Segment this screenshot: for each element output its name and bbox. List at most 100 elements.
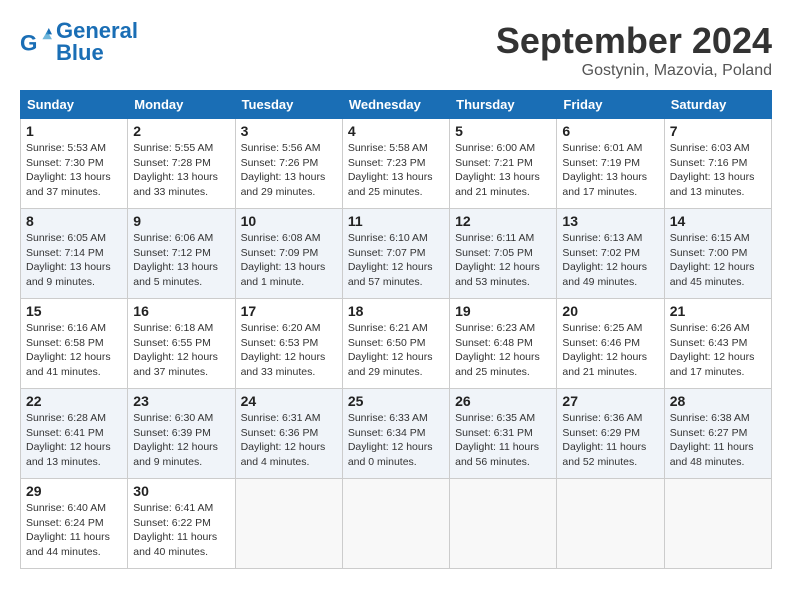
- day-number: 14: [670, 213, 766, 229]
- day-info: Sunrise: 5:53 AM Sunset: 7:30 PM Dayligh…: [26, 141, 122, 200]
- day-info: Sunrise: 5:55 AM Sunset: 7:28 PM Dayligh…: [133, 141, 229, 200]
- week-row-4: 22 Sunrise: 6:28 AM Sunset: 6:41 PM Dayli…: [21, 389, 772, 479]
- page-header: G General Blue September 2024 Gostynin, …: [20, 20, 772, 80]
- calendar-cell: 12 Sunrise: 6:11 AM Sunset: 7:05 PM Dayli…: [450, 209, 557, 299]
- week-row-3: 15Sunrise: 6:16 AM Sunset: 6:58 PM Dayli…: [21, 299, 772, 389]
- weekday-wednesday: Wednesday: [342, 91, 449, 119]
- weekday-thursday: Thursday: [450, 91, 557, 119]
- day-info: Sunrise: 6:33 AM Sunset: 6:34 PM Dayligh…: [348, 411, 444, 470]
- calendar-cell: 15Sunrise: 6:16 AM Sunset: 6:58 PM Dayli…: [21, 299, 128, 389]
- calendar-cell: 11Sunrise: 6:10 AM Sunset: 7:07 PM Dayli…: [342, 209, 449, 299]
- calendar-cell: 9 Sunrise: 6:06 AM Sunset: 7:12 PM Daylig…: [128, 209, 235, 299]
- title-block: September 2024 Gostynin, Mazovia, Poland: [496, 20, 772, 80]
- calendar-body: 1Sunrise: 5:53 AM Sunset: 7:30 PM Daylig…: [21, 119, 772, 569]
- day-info: Sunrise: 6:38 AM Sunset: 6:27 PM Dayligh…: [670, 411, 766, 470]
- svg-text:G: G: [20, 30, 37, 55]
- day-info: Sunrise: 6:26 AM Sunset: 6:43 PM Dayligh…: [670, 321, 766, 380]
- weekday-saturday: Saturday: [664, 91, 771, 119]
- calendar-cell: [664, 479, 771, 569]
- day-number: 26: [455, 393, 551, 409]
- day-number: 7: [670, 123, 766, 139]
- week-row-2: 8Sunrise: 6:05 AM Sunset: 7:14 PM Daylig…: [21, 209, 772, 299]
- calendar-cell: 21 Sunrise: 6:26 AM Sunset: 6:43 PM Dayli…: [664, 299, 771, 389]
- week-row-1: 1Sunrise: 5:53 AM Sunset: 7:30 PM Daylig…: [21, 119, 772, 209]
- weekday-sunday: Sunday: [21, 91, 128, 119]
- day-info: Sunrise: 6:40 AM Sunset: 6:24 PM Dayligh…: [26, 501, 122, 560]
- day-number: 11: [348, 213, 444, 229]
- day-number: 9: [133, 213, 229, 229]
- calendar-cell: 22 Sunrise: 6:28 AM Sunset: 6:41 PM Dayli…: [21, 389, 128, 479]
- calendar-cell: 8Sunrise: 6:05 AM Sunset: 7:14 PM Daylig…: [21, 209, 128, 299]
- day-number: 10: [241, 213, 337, 229]
- day-number: 2: [133, 123, 229, 139]
- logo: G General Blue: [20, 20, 138, 64]
- logo-icon: G: [20, 28, 52, 56]
- calendar-cell: 28 Sunrise: 6:38 AM Sunset: 6:27 PM Dayli…: [664, 389, 771, 479]
- day-info: Sunrise: 6:18 AM Sunset: 6:55 PM Dayligh…: [133, 321, 229, 380]
- day-info: Sunrise: 6:35 AM Sunset: 6:31 PM Dayligh…: [455, 411, 551, 470]
- month-title: September 2024: [496, 20, 772, 62]
- weekday-header-row: SundayMondayTuesdayWednesdayThursdayFrid…: [21, 91, 772, 119]
- calendar-cell: 19 Sunrise: 6:23 AM Sunset: 6:48 PM Dayli…: [450, 299, 557, 389]
- day-info: Sunrise: 6:30 AM Sunset: 6:39 PM Dayligh…: [133, 411, 229, 470]
- day-info: Sunrise: 6:13 AM Sunset: 7:02 PM Dayligh…: [562, 231, 658, 290]
- calendar-cell: 7Sunrise: 6:03 AM Sunset: 7:16 PM Daylig…: [664, 119, 771, 209]
- calendar-cell: 3 Sunrise: 5:56 AM Sunset: 7:26 PM Daylig…: [235, 119, 342, 209]
- day-info: Sunrise: 6:11 AM Sunset: 7:05 PM Dayligh…: [455, 231, 551, 290]
- day-number: 28: [670, 393, 766, 409]
- day-info: Sunrise: 5:56 AM Sunset: 7:26 PM Dayligh…: [241, 141, 337, 200]
- calendar-cell: [342, 479, 449, 569]
- day-number: 5: [455, 123, 551, 139]
- day-number: 12: [455, 213, 551, 229]
- weekday-tuesday: Tuesday: [235, 91, 342, 119]
- day-info: Sunrise: 6:28 AM Sunset: 6:41 PM Dayligh…: [26, 411, 122, 470]
- calendar-cell: [450, 479, 557, 569]
- day-number: 3: [241, 123, 337, 139]
- calendar-cell: 26 Sunrise: 6:35 AM Sunset: 6:31 PM Dayli…: [450, 389, 557, 479]
- day-info: Sunrise: 6:00 AM Sunset: 7:21 PM Dayligh…: [455, 141, 551, 200]
- calendar-cell: 16 Sunrise: 6:18 AM Sunset: 6:55 PM Dayli…: [128, 299, 235, 389]
- day-number: 21: [670, 303, 766, 319]
- calendar-cell: 13Sunrise: 6:13 AM Sunset: 7:02 PM Dayli…: [557, 209, 664, 299]
- calendar-cell: 5 Sunrise: 6:00 AM Sunset: 7:21 PM Daylig…: [450, 119, 557, 209]
- day-number: 6: [562, 123, 658, 139]
- calendar-cell: 14 Sunrise: 6:15 AM Sunset: 7:00 PM Dayli…: [664, 209, 771, 299]
- day-number: 30: [133, 483, 229, 499]
- calendar-cell: 25Sunrise: 6:33 AM Sunset: 6:34 PM Dayli…: [342, 389, 449, 479]
- day-info: Sunrise: 6:41 AM Sunset: 6:22 PM Dayligh…: [133, 501, 229, 560]
- calendar-cell: 18 Sunrise: 6:21 AM Sunset: 6:50 PM Dayli…: [342, 299, 449, 389]
- calendar-cell: [235, 479, 342, 569]
- day-number: 23: [133, 393, 229, 409]
- calendar-cell: 24 Sunrise: 6:31 AM Sunset: 6:36 PM Dayli…: [235, 389, 342, 479]
- day-number: 29: [26, 483, 122, 499]
- day-info: Sunrise: 6:01 AM Sunset: 7:19 PM Dayligh…: [562, 141, 658, 200]
- day-number: 27: [562, 393, 658, 409]
- calendar-cell: [557, 479, 664, 569]
- day-number: 17: [241, 303, 337, 319]
- week-row-5: 29 Sunrise: 6:40 AM Sunset: 6:24 PM Dayli…: [21, 479, 772, 569]
- calendar-cell: 4 Sunrise: 5:58 AM Sunset: 7:23 PM Daylig…: [342, 119, 449, 209]
- day-number: 24: [241, 393, 337, 409]
- calendar-table: SundayMondayTuesdayWednesdayThursdayFrid…: [20, 90, 772, 569]
- weekday-monday: Monday: [128, 91, 235, 119]
- day-number: 15: [26, 303, 122, 319]
- logo-text: General Blue: [56, 20, 138, 64]
- day-info: Sunrise: 6:06 AM Sunset: 7:12 PM Dayligh…: [133, 231, 229, 290]
- calendar-cell: 6 Sunrise: 6:01 AM Sunset: 7:19 PM Daylig…: [557, 119, 664, 209]
- day-number: 4: [348, 123, 444, 139]
- day-info: Sunrise: 6:21 AM Sunset: 6:50 PM Dayligh…: [348, 321, 444, 380]
- day-info: Sunrise: 6:08 AM Sunset: 7:09 PM Dayligh…: [241, 231, 337, 290]
- calendar-cell: 30 Sunrise: 6:41 AM Sunset: 6:22 PM Dayli…: [128, 479, 235, 569]
- calendar-cell: 27Sunrise: 6:36 AM Sunset: 6:29 PM Dayli…: [557, 389, 664, 479]
- day-info: Sunrise: 6:23 AM Sunset: 6:48 PM Dayligh…: [455, 321, 551, 380]
- day-number: 22: [26, 393, 122, 409]
- calendar-cell: 29 Sunrise: 6:40 AM Sunset: 6:24 PM Dayli…: [21, 479, 128, 569]
- calendar-cell: 1Sunrise: 5:53 AM Sunset: 7:30 PM Daylig…: [21, 119, 128, 209]
- day-info: Sunrise: 5:58 AM Sunset: 7:23 PM Dayligh…: [348, 141, 444, 200]
- calendar-cell: 2 Sunrise: 5:55 AM Sunset: 7:28 PM Daylig…: [128, 119, 235, 209]
- day-number: 18: [348, 303, 444, 319]
- day-number: 19: [455, 303, 551, 319]
- day-info: Sunrise: 6:15 AM Sunset: 7:00 PM Dayligh…: [670, 231, 766, 290]
- day-number: 16: [133, 303, 229, 319]
- day-info: Sunrise: 6:31 AM Sunset: 6:36 PM Dayligh…: [241, 411, 337, 470]
